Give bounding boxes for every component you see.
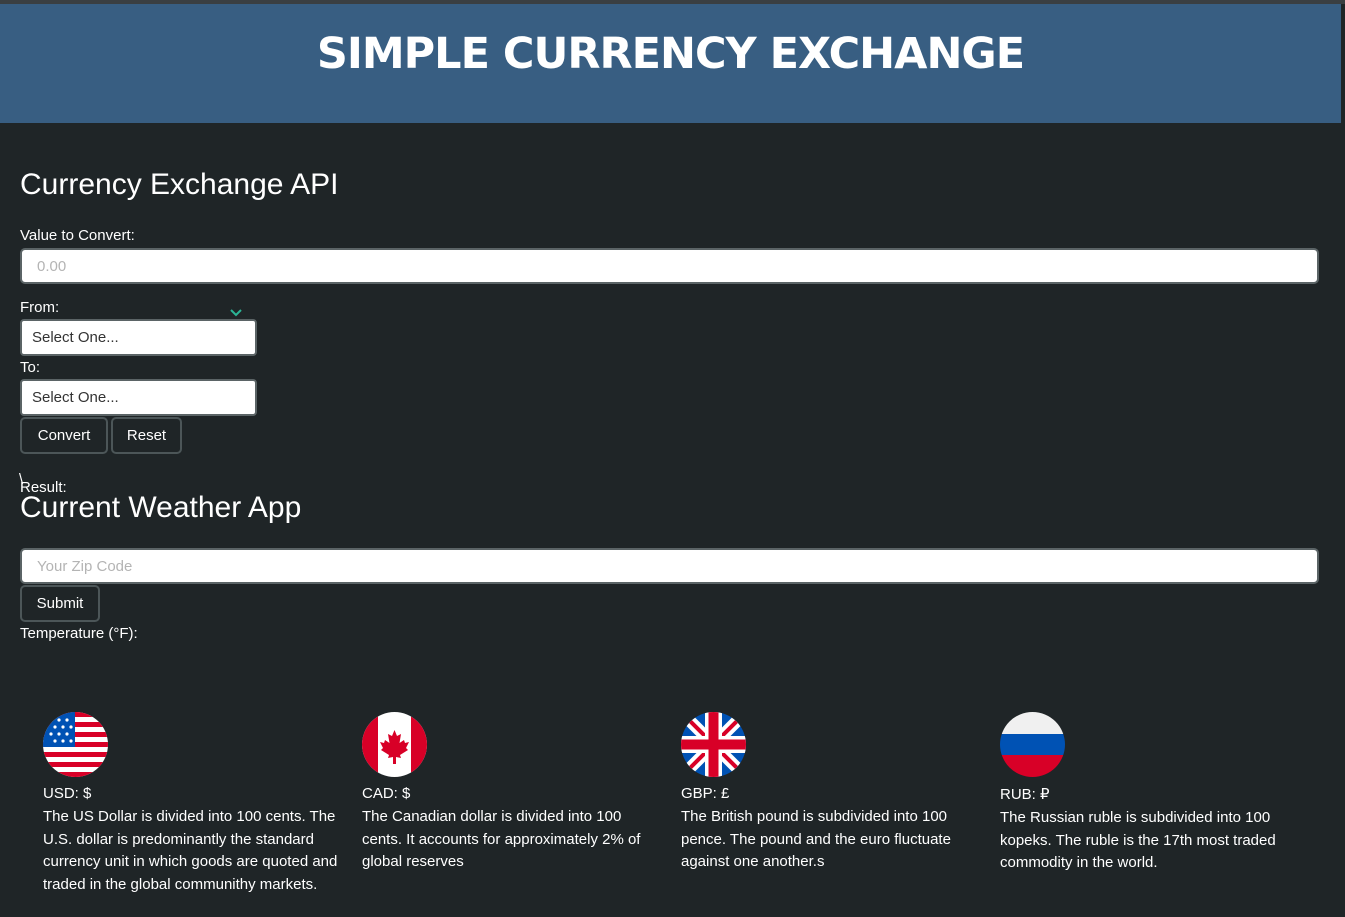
chevron-down-icon — [230, 309, 242, 317]
submit-button[interactable]: Submit — [20, 585, 100, 622]
convert-button[interactable]: Convert — [20, 417, 108, 454]
rub-description: The Russian ruble is subdivided into 100… — [1000, 809, 1276, 871]
currency-card-cad: CAD: $ The Canadian dollar is divided in… — [362, 712, 662, 874]
cad-code: CAD: $ — [362, 785, 411, 802]
currency-card-usd: USD: $ The US Dollar is divided into 100… — [43, 712, 343, 896]
to-currency-select[interactable]: Select One... — [20, 379, 257, 416]
gbp-description: The British pound is subdivided into 100… — [681, 808, 951, 870]
currency-exchange-heading: Currency Exchange API — [20, 168, 339, 201]
reset-button[interactable]: Reset — [111, 417, 182, 454]
to-label: To: — [20, 359, 41, 376]
page-title: SIMPLE CURRENCY EXCHANGE — [316, 28, 1025, 79]
currency-card-gbp: GBP: £ The British pound is subdivided i… — [681, 712, 981, 874]
cad-description: The Canadian dollar is divided into 100 … — [362, 808, 641, 870]
from-currency-select[interactable]: Select One... — [20, 319, 257, 356]
rub-code: RUB: ₽ — [1000, 786, 1050, 803]
value-to-convert-input[interactable]: 0.00 — [20, 248, 1319, 284]
from-label: From: — [20, 299, 60, 316]
currency-card-rub: RUB: ₽ The Russian ruble is subdivided i… — [1000, 712, 1300, 875]
uk-flag-icon — [681, 712, 746, 777]
to-selected-value: Select One... — [32, 389, 119, 406]
zip-placeholder: Your Zip Code — [37, 557, 133, 575]
weather-heading: Current Weather App — [20, 491, 302, 524]
us-flag-icon — [43, 712, 108, 777]
zip-code-input[interactable]: Your Zip Code — [20, 548, 1319, 584]
from-selected-value: Select One... — [32, 329, 119, 346]
value-placeholder: 0.00 — [37, 257, 67, 275]
value-to-convert-label: Value to Convert: — [20, 227, 135, 244]
usd-description: The US Dollar is divided into 100 cents.… — [43, 808, 338, 893]
page-header: SIMPLE CURRENCY EXCHANGE — [0, 4, 1341, 123]
gbp-code: GBP: £ — [681, 785, 730, 802]
russia-flag-icon — [1000, 712, 1065, 777]
canada-flag-icon — [362, 712, 427, 777]
temperature-label: Temperature (°F): — [20, 625, 138, 642]
usd-code: USD: $ — [43, 785, 92, 802]
